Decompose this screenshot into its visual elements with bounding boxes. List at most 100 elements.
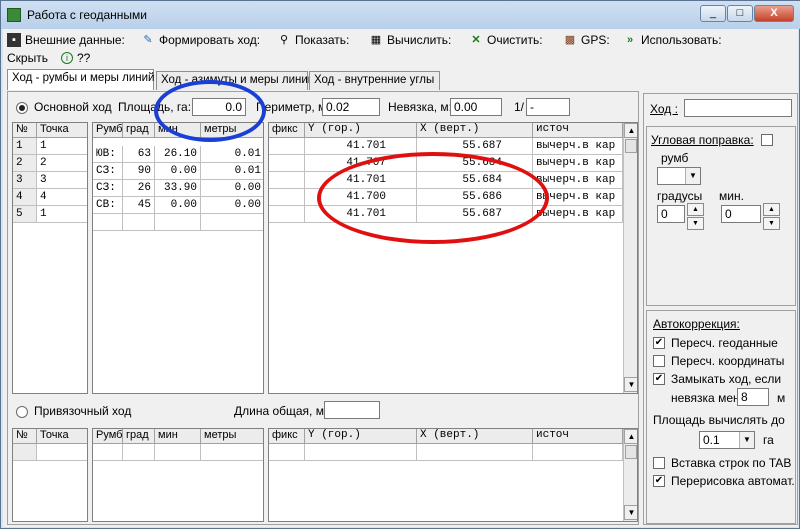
x-cell[interactable]: 55.687	[417, 138, 533, 155]
main-route-radio[interactable]	[16, 102, 28, 114]
chevron-down-icon[interactable]: ▼	[685, 168, 700, 184]
tab-rhumbs[interactable]: Ход - румбы и меры линий	[7, 69, 154, 90]
point-cell[interactable]: 1	[37, 206, 87, 223]
fix-cell[interactable]	[269, 444, 305, 461]
external-data-button[interactable]: ▪ Внешние данные:	[7, 32, 125, 48]
x-cell[interactable]: 55.684	[417, 155, 533, 172]
y-cell[interactable]: 41.700	[305, 189, 417, 206]
tie-points-grid[interactable]: № Точка	[12, 428, 88, 522]
point-cell[interactable]: 3	[37, 172, 87, 189]
fix-cell[interactable]	[269, 172, 305, 189]
meters-cell[interactable]	[201, 214, 263, 231]
area-precision-combo[interactable]: 0.1 ▼	[699, 431, 755, 449]
degrees-up-arrow-icon[interactable]: ▲	[687, 203, 704, 216]
fix-cell[interactable]	[269, 206, 305, 223]
rhumbs-grid[interactable]: Румб град мин метры ЮВ: 63 26.10 0.01 СЗ…	[92, 122, 264, 394]
rhumb-cell[interactable]: СВ:	[93, 197, 123, 214]
insert-tab-checkbox[interactable]	[653, 457, 665, 469]
degrees-field[interactable]: 0	[657, 205, 685, 223]
min-cell[interactable]: 0.00	[155, 197, 201, 214]
min-cell[interactable]	[155, 214, 201, 231]
scroll-down-arrow-icon[interactable]: ▼	[624, 377, 637, 392]
scroll-thumb[interactable]	[625, 139, 637, 153]
help-button[interactable]: i ??	[61, 50, 90, 66]
meters-cell[interactable]: 0.00	[201, 197, 263, 214]
min-cell[interactable]: 33.90	[155, 180, 201, 197]
recalc-coords-checkbox[interactable]	[653, 355, 665, 367]
angle-correction-checkbox[interactable]	[761, 134, 773, 146]
tie-rhumbs-grid[interactable]: Румб град мин метры	[92, 428, 264, 522]
fix-cell[interactable]	[269, 155, 305, 172]
deg-cell[interactable]	[123, 444, 155, 461]
tab-inner-angles[interactable]: Ход - внутренние углы	[309, 71, 440, 90]
deg-cell[interactable]: 45	[123, 197, 155, 214]
tie-route-radio[interactable]	[16, 406, 28, 418]
coords-scrollbar[interactable]: ▲ ▼	[623, 123, 637, 393]
scroll-up-arrow-icon[interactable]: ▲	[624, 429, 637, 444]
hide-button[interactable]: Скрыть	[7, 50, 48, 66]
deg-cell[interactable]: 90	[123, 163, 155, 180]
min-cell[interactable]: 26.10	[155, 146, 201, 163]
coords-grid[interactable]: фикс Y (гор.) X (верт.) источ 41.701 55.…	[268, 122, 638, 394]
tie-coords-scrollbar[interactable]: ▲ ▼	[623, 429, 637, 521]
fix-cell[interactable]	[269, 138, 305, 155]
clear-button[interactable]: ✕ Очистить:	[469, 32, 542, 48]
scroll-thumb[interactable]	[625, 445, 637, 459]
source-cell[interactable]: вычерч.в кар	[533, 172, 623, 189]
close-button[interactable]: X	[754, 5, 794, 22]
auto-redraw-checkbox[interactable]: ✔	[653, 475, 665, 487]
y-cell[interactable]	[305, 444, 417, 461]
point-cell[interactable]: 4	[37, 189, 87, 206]
maximize-button[interactable]: □	[727, 5, 753, 22]
source-cell[interactable]: вычерч.в кар	[533, 155, 623, 172]
meters-cell[interactable]: 0.01	[201, 146, 263, 163]
deg-cell[interactable]: 26	[123, 180, 155, 197]
degrees-down-arrow-icon[interactable]: ▼	[687, 217, 704, 230]
area-field[interactable]: 0.0	[192, 98, 246, 116]
ratio-field[interactable]: -	[526, 98, 570, 116]
title-bar[interactable]: Работа с геоданными _ □ X	[1, 1, 800, 29]
show-button[interactable]: ⚲ Показать:	[277, 32, 349, 48]
gps-button[interactable]: ▩ GPS:	[563, 32, 610, 48]
scroll-down-arrow-icon[interactable]: ▼	[624, 505, 637, 520]
rhumb-cell[interactable]: ЮВ:	[93, 146, 123, 163]
x-cell[interactable]: 55.687	[417, 206, 533, 223]
y-cell[interactable]: 41.707	[305, 155, 417, 172]
y-cell[interactable]: 41.701	[305, 172, 417, 189]
point-cell[interactable]: 2	[37, 155, 87, 172]
misclosure-less-field[interactable]: 8	[737, 388, 769, 406]
deg-cell[interactable]	[123, 214, 155, 231]
source-cell[interactable]: вычерч.в кар	[533, 138, 623, 155]
fix-cell[interactable]	[269, 189, 305, 206]
scroll-up-arrow-icon[interactable]: ▲	[624, 123, 637, 138]
total-length-field[interactable]	[324, 401, 380, 419]
meters-cell[interactable]	[201, 444, 263, 461]
minutes-field[interactable]: 0	[721, 205, 761, 223]
source-cell[interactable]: вычерч.в кар	[533, 189, 623, 206]
x-cell[interactable]: 55.686	[417, 189, 533, 206]
route-field[interactable]	[684, 99, 792, 117]
point-cell[interactable]	[37, 444, 87, 461]
y-cell[interactable]: 41.701	[305, 206, 417, 223]
close-route-checkbox[interactable]: ✔	[653, 373, 665, 385]
meters-cell[interactable]: 0.01	[201, 163, 263, 180]
calculate-button[interactable]: ▦ Вычислить:	[369, 32, 452, 48]
x-cell[interactable]: 55.684	[417, 172, 533, 189]
use-button[interactable]: » Использовать:	[623, 32, 722, 48]
rhumb-cell[interactable]: СЗ:	[93, 163, 123, 180]
minutes-up-arrow-icon[interactable]: ▲	[763, 203, 780, 216]
min-cell[interactable]: 0.00	[155, 163, 201, 180]
rhumb-combo[interactable]: ▼	[657, 167, 701, 185]
tab-azimuths[interactable]: Ход - азимуты и меры линий	[156, 71, 314, 90]
point-cell[interactable]: 1	[37, 138, 87, 155]
source-cell[interactable]: вычерч.в кар	[533, 206, 623, 223]
misclosure-field[interactable]: 0.00	[450, 98, 502, 116]
rhumb-cell[interactable]	[93, 214, 123, 231]
recalc-geo-checkbox[interactable]: ✔	[653, 337, 665, 349]
minimize-button[interactable]: _	[700, 5, 726, 22]
points-grid[interactable]: № Точка 1 1 2 2 3 3 4 4 5 1	[12, 122, 88, 394]
x-cell[interactable]	[417, 444, 533, 461]
form-route-button[interactable]: ✎ Формировать ход:	[141, 32, 260, 48]
meters-cell[interactable]: 0.00	[201, 180, 263, 197]
min-cell[interactable]	[155, 444, 201, 461]
